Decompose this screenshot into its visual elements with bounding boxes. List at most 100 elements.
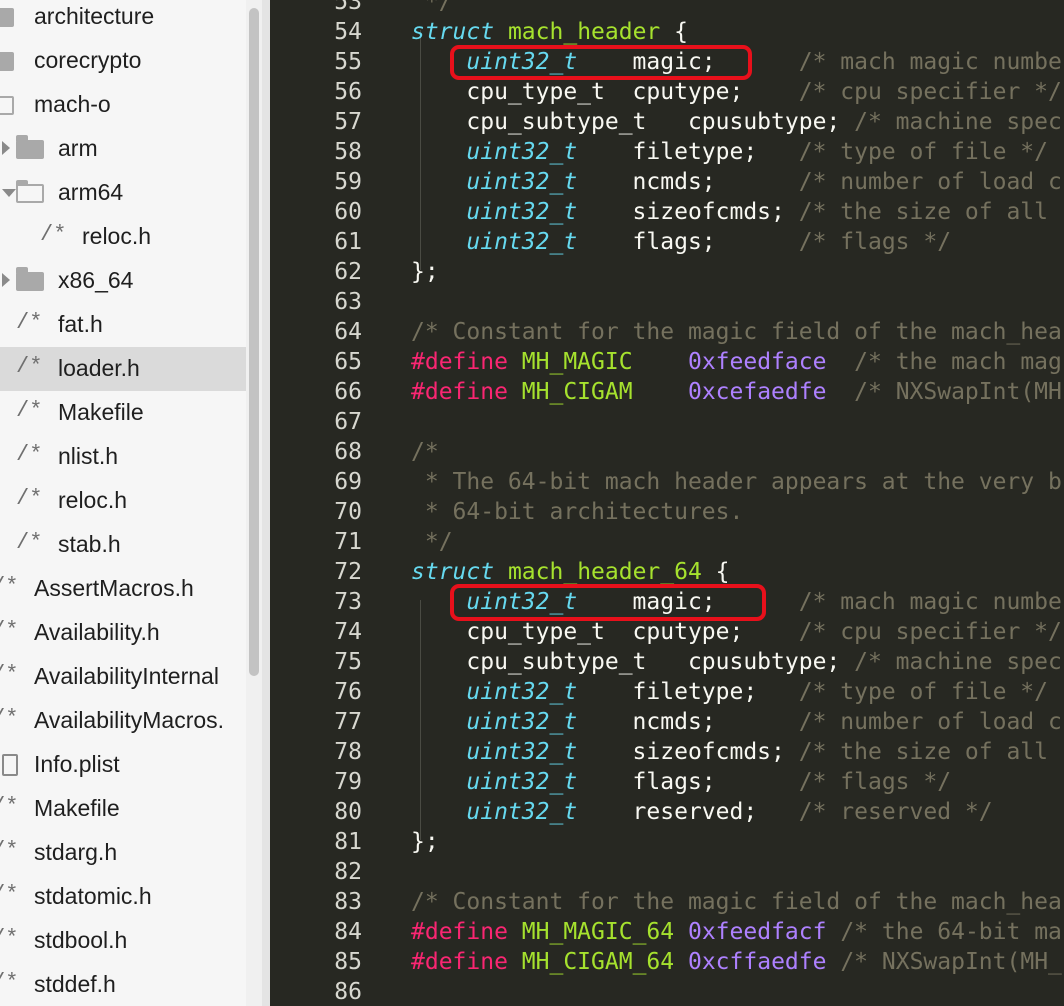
code-editor[interactable]: 53 */54 struct mach_header {55 uint32_t m…	[270, 0, 1064, 1006]
disclosure-right-icon[interactable]	[2, 273, 10, 287]
code-text: uint32_t filetype; /* type of file */	[411, 677, 1048, 707]
code-token: mach_header_64	[507, 559, 702, 585]
code-token: 0xcefaedfe	[687, 379, 827, 405]
code-token: 0xcffaedfe	[687, 949, 827, 975]
sidebar-item-label: arm	[58, 135, 98, 161]
sidebar-item[interactable]: /* reloc.h	[0, 215, 246, 259]
sidebar-item[interactable]: /* AvailabilityMacros.	[0, 699, 246, 743]
sidebar-item[interactable]: Info.plist	[0, 743, 246, 787]
sidebar-item[interactable]: arm64	[0, 171, 246, 215]
sidebar-item[interactable]: /* loader.h	[0, 347, 246, 391]
code-line: 60 uint32_t sizeofcmds; /* the size of a…	[270, 197, 1064, 227]
code-token: filetype;	[577, 679, 799, 705]
line-number: 67	[334, 409, 362, 435]
c-source-icon: /*	[16, 398, 43, 423]
pane-divider[interactable]	[262, 0, 270, 1006]
folder-open-icon	[0, 96, 14, 115]
code-text: uint32_t filetype; /* type of file */	[411, 137, 1048, 167]
c-source-icon: /*	[0, 662, 19, 687]
sidebar-item[interactable]: mach-o	[0, 83, 246, 127]
line-number: 63	[334, 289, 362, 315]
code-token: /* number of load c	[798, 169, 1062, 195]
code-line: 54 struct mach_header {	[270, 17, 1064, 47]
sidebar-item[interactable]: /* Availability.h	[0, 611, 246, 655]
sidebar-item[interactable]: /* fat.h	[0, 303, 246, 347]
code-token: /* the 64-bit ma	[840, 919, 1062, 945]
c-source-icon: /*	[0, 970, 19, 995]
sidebar-item[interactable]: x86_64	[0, 259, 246, 303]
sidebar-item-label: reloc.h	[58, 487, 128, 513]
file-navigator: architecture corecrypto mach-o arm arm64 /* re…	[0, 0, 262, 1006]
sidebar-item-label: nlist.h	[58, 443, 119, 469]
sidebar-item-label: AvailabilityInternal	[34, 663, 219, 689]
code-line: 66 #define MH_CIGAM 0xcefaedfe /* NXSwapI…	[270, 377, 1064, 407]
code-text: uint32_t ncmds; /* number of load c	[411, 167, 1062, 197]
line-number: 83	[334, 889, 362, 915]
sidebar-item[interactable]: /* stdarg.h	[0, 831, 246, 875]
sidebar-item[interactable]: /* AssertMacros.h	[0, 567, 246, 611]
code-token: */	[411, 0, 453, 15]
c-source-icon: /*	[0, 618, 19, 643]
sidebar-item[interactable]: /* Makefile	[0, 787, 246, 831]
code-token: reserved;	[577, 799, 799, 825]
sidebar-scrollbar-thumb[interactable]	[249, 8, 259, 676]
c-source-icon: /*	[0, 882, 19, 907]
line-number: 64	[334, 319, 362, 345]
code-token: uint32_t	[466, 769, 578, 795]
c-source-icon: /*	[16, 442, 43, 467]
sidebar-item[interactable]: /* reloc.h	[0, 479, 246, 523]
code-token: cpu_type_t cputype;	[411, 619, 799, 645]
code-line: 64 /* Constant for the magic field of the…	[270, 317, 1064, 347]
sidebar-item-label: x86_64	[58, 267, 134, 293]
sidebar-item[interactable]: /* stdatomic.h	[0, 875, 246, 919]
line-number: 68	[334, 439, 362, 465]
sidebar-item-label: architecture	[34, 3, 155, 29]
line-number: 54	[334, 19, 362, 45]
code-line: 53 */	[270, 0, 1064, 17]
code-token: /*	[411, 439, 439, 465]
sidebar-item[interactable]: /* stab.h	[0, 523, 246, 567]
line-number: 78	[334, 739, 362, 765]
sidebar-item[interactable]: /* stdbool.h	[0, 919, 246, 963]
line-number: 77	[334, 709, 362, 735]
code-token: uint32_t	[466, 709, 578, 735]
code-text: };	[411, 257, 439, 287]
code-text: * The 64-bit mach header appears at the …	[411, 467, 1062, 497]
code-token: /* machine spec	[854, 649, 1062, 675]
disclosure-right-icon[interactable]	[2, 141, 10, 155]
sidebar-item[interactable]: /* nlist.h	[0, 435, 246, 479]
disclosure-down-icon[interactable]	[2, 189, 16, 197]
code-token: filetype;	[577, 139, 799, 165]
line-number: 69	[334, 469, 362, 495]
sidebar-item[interactable]: corecrypto	[0, 39, 246, 83]
code-line: 72 struct mach_header_64 {	[270, 557, 1064, 587]
code-text: cpu_subtype_t cpusubtype; /* machine spe…	[411, 107, 1061, 137]
code-line: 68 /*	[270, 437, 1064, 467]
code-line: 84 #define MH_MAGIC_64 0xfeedfacf /* the …	[270, 917, 1064, 947]
highlight-box-magic-64	[450, 584, 766, 621]
sidebar-item[interactable]: /* AvailabilityInternal	[0, 655, 246, 699]
sidebar-item[interactable]: /* Makefile	[0, 391, 246, 435]
code-text: /*	[411, 437, 439, 467]
code-text: uint32_t sizeofcmds; /* the size of all	[411, 197, 1048, 227]
code-line: 82	[270, 857, 1064, 887]
code-token: cpu_subtype_t cpusubtype;	[411, 649, 855, 675]
sidebar-item[interactable]: arm	[0, 127, 246, 171]
sidebar-item[interactable]: /* stddef.h	[0, 963, 246, 1006]
line-number: 62	[334, 259, 362, 285]
line-number: 84	[334, 919, 362, 945]
line-number: 75	[334, 649, 362, 675]
code-token: uint32_t	[466, 229, 578, 255]
folder-icon	[0, 52, 14, 71]
sidebar-item[interactable]: architecture	[0, 0, 246, 39]
document-icon	[2, 754, 18, 776]
code-token: uint32_t	[466, 739, 578, 765]
sidebar-item-label: stddef.h	[34, 971, 116, 997]
sidebar-item-label: corecrypto	[34, 47, 142, 73]
